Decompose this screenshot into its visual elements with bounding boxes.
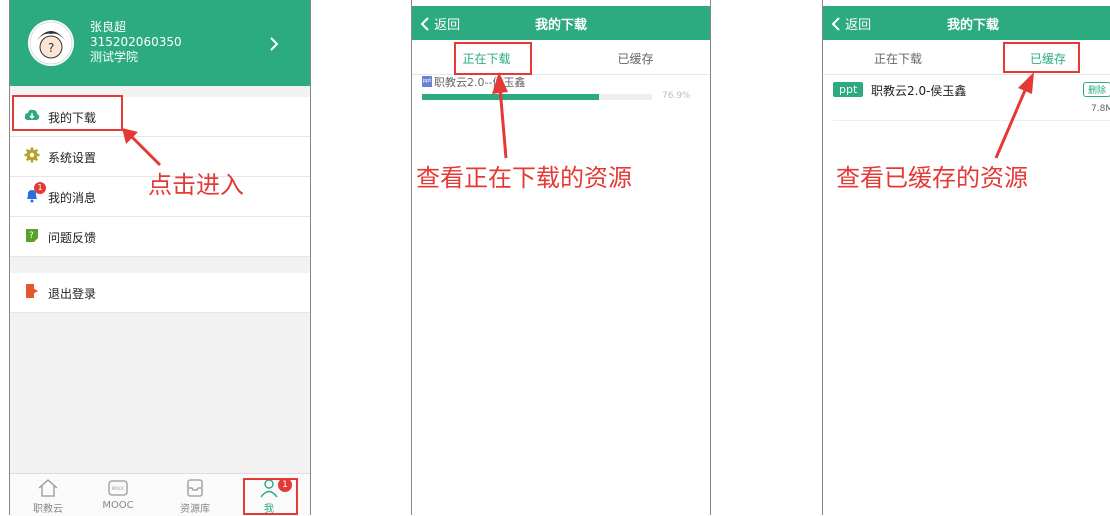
cached-item-name: 职教云2.0-侯玉鑫: [871, 84, 967, 98]
profile-screen: ? 张良超 315202060350 测试学院 我的下载 系统设置 1 我的消息…: [9, 0, 311, 516]
arrow-up-right-icon: [994, 72, 1034, 159]
ppt-file-icon: ppt: [422, 76, 432, 87]
profile-school: 测试学院: [90, 50, 139, 64]
svg-text:?: ?: [29, 231, 34, 241]
ppt-tag: ppt: [833, 82, 864, 97]
downloading-screen: 返回 我的下载 正在下载 已缓存 ppt 职教云2.0--侯玉鑫 76.9%: [411, 0, 711, 515]
menu-label-settings: 系统设置: [48, 151, 97, 165]
delete-button[interactable]: 删除: [1083, 82, 1110, 97]
mooc-icon-text: MOOC: [112, 486, 125, 491]
tab-zhijiaoyun[interactable]: 职教云: [18, 478, 78, 515]
messages-badge: 1: [34, 182, 46, 194]
cached-item-size: 7.8M: [1091, 104, 1110, 114]
highlight-box-cached-tab: [1003, 42, 1080, 73]
svg-text:?: ?: [48, 41, 54, 55]
download-item[interactable]: ppt 职教云2.0--侯玉鑫 76.9%: [422, 74, 702, 104]
progress-track: [422, 94, 652, 100]
highlight-box-me-tab: [243, 478, 298, 515]
tab-downloading-cached[interactable]: 正在下载: [823, 50, 973, 67]
question-feedback-icon: ?: [26, 229, 38, 242]
tab-label-zhijiaoyun: 职教云: [33, 504, 63, 515]
page-title-cached: 我的下载: [946, 18, 999, 33]
avatar: ?: [28, 20, 74, 66]
chevron-right-icon[interactable]: [268, 36, 280, 52]
profile-header[interactable]: ? 张良超 315202060350 测试学院: [10, 0, 310, 86]
gear-icon: [24, 147, 40, 163]
tab-mooc[interactable]: MOOC MOOC: [88, 478, 148, 511]
page-title: 我的下载: [534, 18, 587, 33]
arrow-pointer-icon: [122, 128, 162, 167]
home-icon: [38, 479, 58, 497]
menu-item-feedback[interactable]: ? 问题反馈: [10, 217, 310, 257]
highlight-box-downloads: [12, 95, 123, 131]
library-box-icon: [187, 479, 203, 497]
tab-label-mooc: MOOC: [102, 500, 134, 511]
annotation-view-downloading: 查看正在下载的资源: [416, 164, 632, 192]
tab-cached[interactable]: 已缓存: [561, 50, 710, 67]
avatar-face-icon: ?: [29, 21, 73, 65]
profile-id: 315202060350: [90, 35, 182, 49]
menu-label-logout: 退出登录: [48, 287, 97, 301]
annotation-click-enter: 点击进入: [148, 171, 244, 199]
profile-name: 张良超: [90, 20, 127, 34]
cached-item[interactable]: ppt 职教云2.0-侯玉鑫 删除 7.8M: [833, 80, 1110, 121]
menu-item-logout[interactable]: 退出登录: [10, 273, 310, 313]
progress-percent: 76.9%: [662, 91, 691, 101]
exit-door-icon: [26, 284, 38, 298]
annotation-view-cached: 查看已缓存的资源: [836, 164, 1028, 192]
nav-bar: 返回 我的下载: [412, 6, 710, 40]
arrow-up-icon: [492, 72, 508, 159]
menu-label-feedback: 问题反馈: [48, 231, 97, 245]
mooc-icon: MOOC: [108, 480, 128, 496]
menu-label-messages: 我的消息: [48, 191, 97, 205]
cached-screen: 返回 我的下载 正在下载 已缓存 ppt 职教云2.0-侯玉鑫 删除 7.8M: [822, 0, 1110, 515]
tab-resource-library[interactable]: 资源库: [165, 478, 225, 515]
nav-bar-cached: 返回 我的下载: [823, 6, 1110, 40]
tab-label-resource-library: 资源库: [180, 504, 210, 515]
